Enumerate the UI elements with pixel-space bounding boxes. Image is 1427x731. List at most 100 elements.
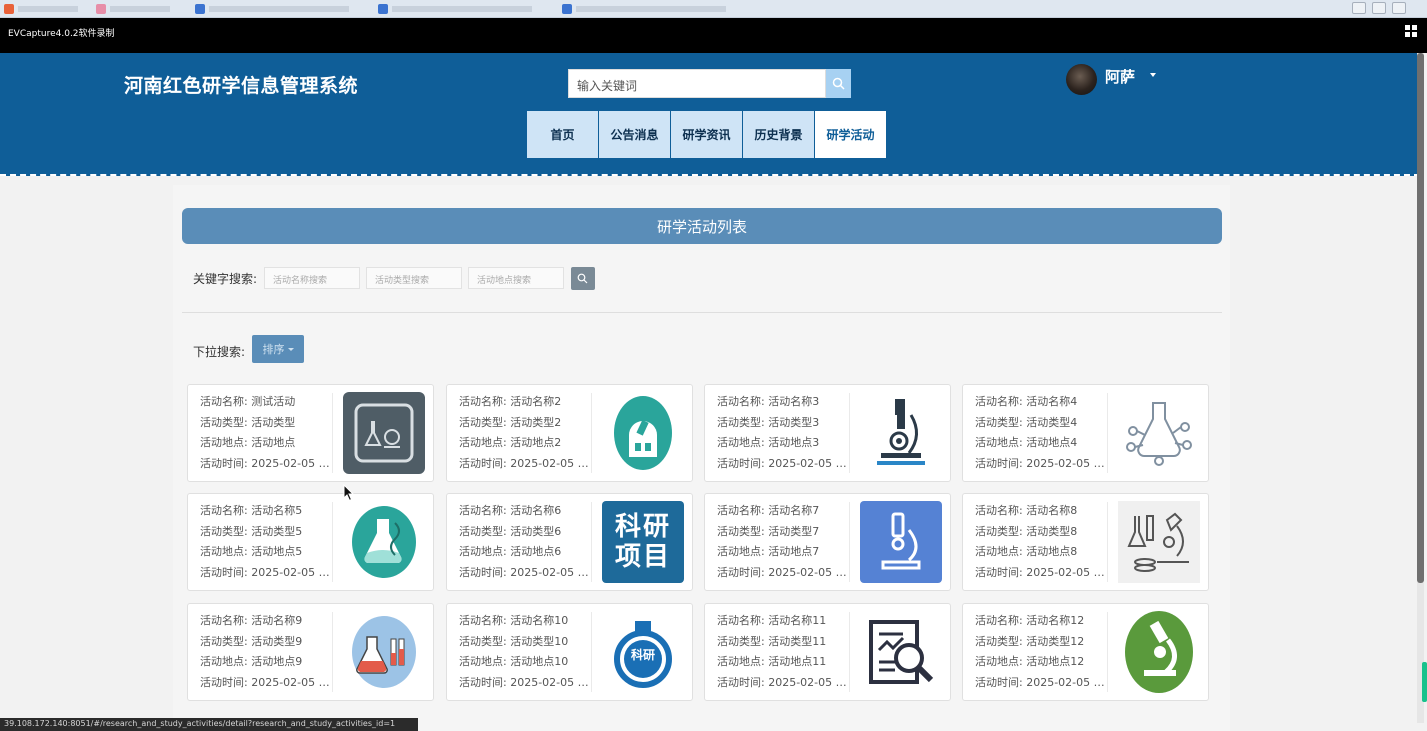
activity-card[interactable]: 活动名称: 活动名称7 活动类型: 活动类型7 活动地点: 活动地点7 活动时间: 2… [704,493,951,591]
nav-history[interactable]: 历史背景 [743,111,814,158]
activity-time: 活动时间: 2025-02-05 1... [717,456,850,470]
observatory-icon[interactable] [600,391,685,475]
activity-type-input[interactable]: 活动类型搜索 [366,267,462,289]
research-project-icon[interactable]: 科研项目 [600,500,685,584]
activity-place: 活动地点: 活动地点6 [459,545,562,558]
card-divider [1107,612,1108,692]
activity-card[interactable]: 活动名称: 测试活动 活动类型: 活动类型 活动地点: 活动地点 活动时间: 2025… [187,384,434,482]
divider [182,312,1222,313]
nav-home[interactable]: 首页 [527,111,598,158]
activity-card[interactable]: 活动名称: 活动名称4 活动类型: 活动类型4 活动地点: 活动地点4 活动时间: 2… [962,384,1209,482]
card-divider [332,393,333,473]
task-tab-word[interactable] [195,2,349,16]
research-flask-icon[interactable]: 科研 [600,610,685,694]
activity-name: 活动名称: 活动名称3 [717,395,820,408]
sort-label: 排序 [262,343,285,356]
username[interactable]: 阿萨 [1105,66,1135,87]
card-details: 活动名称: 活动名称9 活动类型: 活动类型9 活动地点: 活动地点9 活动时间: 2… [200,611,333,693]
caret-down-icon [287,347,294,351]
chevron-down-icon[interactable] [1150,73,1156,77]
card-details: 活动名称: 活动名称4 活动类型: 活动类型4 活动地点: 活动地点4 活动时间: 2… [975,392,1108,474]
activity-place: 活动地点: 活动地点3 [717,436,820,449]
card-divider [849,502,850,582]
activity-time: 活动时间: 2025-02-05 1... [459,675,592,689]
test-tubes-icon[interactable] [341,610,426,694]
activity-place: 活动地点: 活动地点2 [459,436,562,449]
lab-equipment-icon[interactable] [341,391,426,475]
activity-card[interactable]: 活动名称: 活动名称5 活动类型: 活动类型5 活动地点: 活动地点5 活动时间: 2… [187,493,434,591]
activity-place: 活动地点: 活动地点 [200,436,296,449]
activity-time: 活动时间: 2025-02-05 1... [717,565,850,579]
nav-news[interactable]: 研学资讯 [671,111,742,158]
activity-card[interactable]: 活动名称: 活动名称12 活动类型: 活动类型12 活动地点: 活动地点12 活动时间… [962,603,1209,701]
task-tab-active[interactable] [378,2,532,16]
side-float-tab[interactable] [1422,662,1427,702]
activity-card[interactable]: 活动名称: 活动名称9 活动类型: 活动类型9 活动地点: 活动地点9 活动时间: 2… [187,603,434,701]
activity-time: 活动时间: 2025-02-05 1... [459,456,592,470]
activity-time: 活动时间: 2025-02-05 1... [975,565,1108,579]
activity-name-input[interactable]: 活动名称搜索 [264,267,360,289]
activity-type: 活动类型: 活动类型12 [975,634,1085,648]
activity-name: 活动名称: 活动名称9 [200,614,303,627]
nav-activities[interactable]: 研学活动 [815,111,886,158]
card-details: 活动名称: 活动名称5 活动类型: 活动类型5 活动地点: 活动地点5 活动时间: 2… [200,501,333,583]
scrollbar-thumb[interactable] [1417,53,1424,583]
sort-dropdown[interactable]: 排序 [252,335,304,363]
card-divider [591,393,592,473]
microscope-blue-icon[interactable] [858,500,943,584]
activity-name: 活动名称: 活动名称4 [975,395,1078,408]
activity-name: 活动名称: 活动名称8 [975,504,1078,517]
activity-type: 活动类型: 活动类型8 [975,524,1078,538]
card-divider [1107,393,1108,473]
activity-card[interactable]: 活动名称: 活动名称10 活动类型: 活动类型10 活动地点: 活动地点10 活动时间… [446,603,693,701]
card-details: 活动名称: 测试活动 活动类型: 活动类型 活动地点: 活动地点 活动时间: 2025… [200,392,333,474]
grid-menu-icon[interactable] [1405,25,1417,37]
activity-name: 活动名称: 活动名称2 [459,395,562,408]
nav-notices[interactable]: 公告消息 [599,111,670,158]
activity-type: 活动类型: 活动类型9 [200,634,303,648]
task-tab-wps[interactable] [4,2,78,16]
card-divider [591,612,592,692]
task-tab-4[interactable] [562,2,726,16]
activity-name: 活动名称: 活动名称6 [459,504,562,517]
document-search-icon[interactable] [858,610,943,694]
close-button[interactable] [1392,2,1406,14]
card-divider [591,502,592,582]
minimize-button[interactable] [1352,2,1366,14]
card-details: 活动名称: 活动名称8 活动类型: 活动类型8 活动地点: 活动地点8 活动时间: 2… [975,501,1108,583]
activity-card[interactable]: 活动名称: 活动名称6 活动类型: 活动类型6 活动地点: 活动地点6 活动时间: 2… [446,493,693,591]
activity-card[interactable]: 活动名称: 活动名称11 活动类型: 活动类型11 活动地点: 活动地点11 活动时间… [704,603,951,701]
avatar[interactable] [1066,64,1097,95]
activity-time: 活动时间: 2025-02-05 1... [459,565,592,579]
search-input[interactable]: 输入关键词 [568,69,826,98]
activity-place-input[interactable]: 活动地点搜索 [468,267,564,289]
molecule-flask-icon[interactable] [1116,391,1201,475]
restore-button[interactable] [1372,2,1386,14]
activity-place: 活动地点: 活动地点10 [459,655,569,668]
lab-sketch-icon[interactable] [1116,500,1201,584]
activity-place: 活动地点: 活动地点5 [200,545,303,558]
dna-flask-icon[interactable] [341,500,426,584]
site-title: 河南红色研学信息管理系统 [124,75,359,97]
activity-time: 活动时间: 2025-02-05 1... [975,456,1108,470]
dropdown-search-label: 下拉搜索: [193,345,246,359]
activity-time: 活动时间: 2025-02-05 1... [200,456,333,470]
activity-type: 活动类型: 活动类型6 [459,524,562,538]
list-title: 研学活动列表 [182,208,1222,244]
filter-search-button[interactable] [571,267,595,290]
search-button[interactable] [826,69,851,98]
activity-type: 活动类型: 活动类型4 [975,415,1078,429]
activity-type: 活动类型: 活动类型3 [717,415,820,429]
activity-card[interactable]: 活动名称: 活动名称3 活动类型: 活动类型3 活动地点: 活动地点3 活动时间: 2… [704,384,951,482]
card-details: 活动名称: 活动名称12 活动类型: 活动类型12 活动地点: 活动地点12 活动时间… [975,611,1108,693]
activity-card[interactable]: 活动名称: 活动名称2 活动类型: 活动类型2 活动地点: 活动地点2 活动时间: 2… [446,384,693,482]
card-details: 活动名称: 活动名称2 活动类型: 活动类型2 活动地点: 活动地点2 活动时间: 2… [459,392,592,474]
microscope-icon[interactable] [858,391,943,475]
activity-place: 活动地点: 活动地点7 [717,545,820,558]
card-details: 活动名称: 活动名称6 活动类型: 活动类型6 活动地点: 活动地点6 活动时间: 2… [459,501,592,583]
activity-type: 活动类型: 活动类型2 [459,415,562,429]
card-details: 活动名称: 活动名称11 活动类型: 活动类型11 活动地点: 活动地点11 活动时间… [717,611,850,693]
activity-card[interactable]: 活动名称: 活动名称8 活动类型: 活动类型8 活动地点: 活动地点8 活动时间: 2… [962,493,1209,591]
microscope-green-icon[interactable] [1116,610,1201,694]
task-tab-2[interactable] [96,2,170,16]
